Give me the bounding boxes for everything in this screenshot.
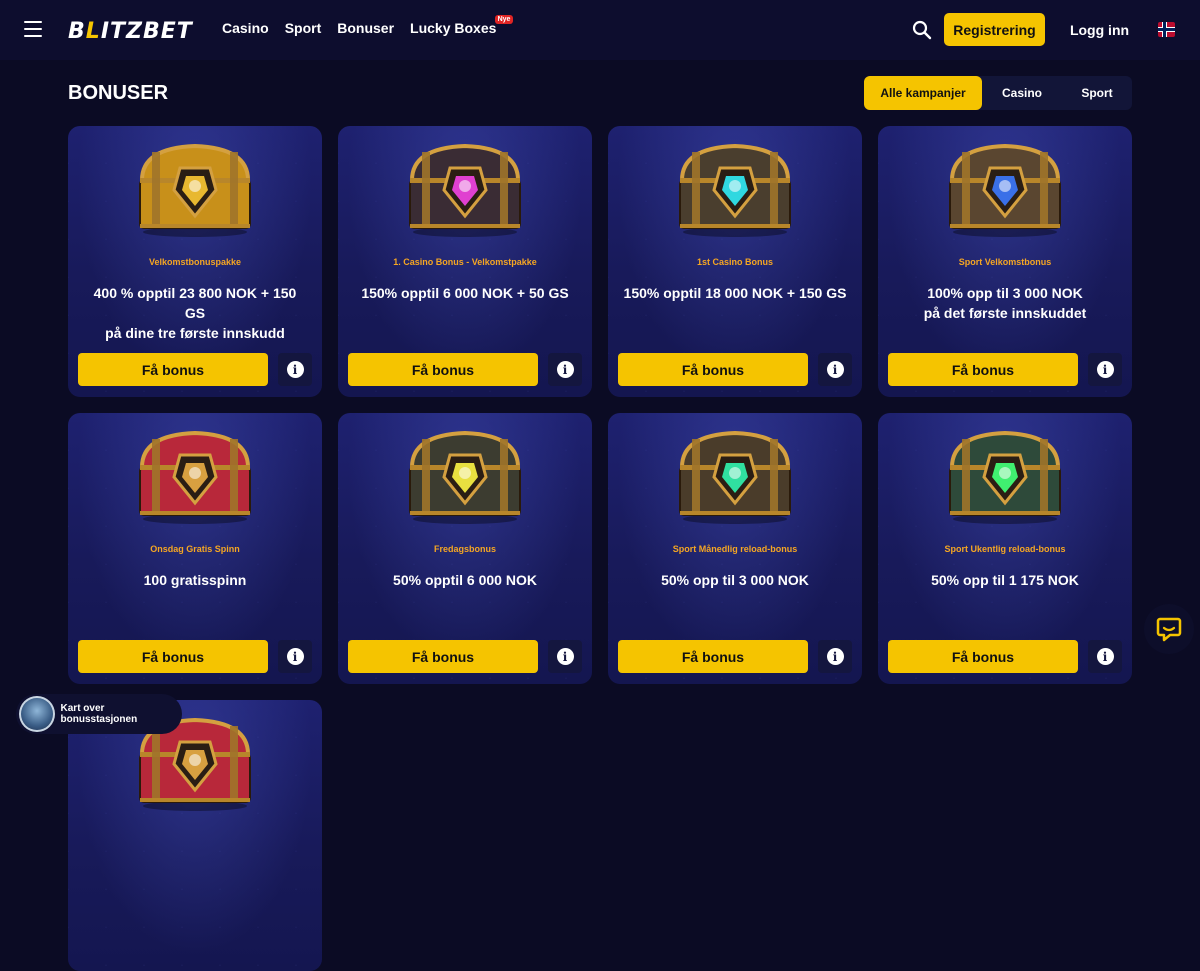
bonus-subtitle: Fredagsbonus <box>433 544 496 554</box>
info-button[interactable]: i <box>278 640 312 673</box>
bonus-title: 100 gratisspinn <box>82 570 308 590</box>
bonus-card: Sport Velkomstbonus 100% opp til 3 000 NO… <box>878 126 1132 397</box>
chat-button[interactable] <box>1144 604 1194 654</box>
bonus-title-line-1: 150% opptil 6 000 NOK + 50 GS <box>361 285 569 301</box>
info-icon: i <box>826 648 844 665</box>
info-button[interactable]: i <box>278 353 312 386</box>
bonus-title-line-2: på dine tre første innskudd <box>105 325 285 341</box>
top-header: BLITZBET Casino Sport Bonuser Lucky Boxe… <box>0 0 1200 60</box>
info-button[interactable]: i <box>818 640 852 673</box>
register-button[interactable]: Registrering <box>944 13 1045 46</box>
bonus-map-widget[interactable]: Kart over bonusstasjonen <box>16 694 182 734</box>
get-bonus-button[interactable]: Få bonus <box>618 353 808 386</box>
treasure-chest-icon <box>130 425 260 525</box>
nav-sport[interactable]: Sport <box>285 20 322 36</box>
bonus-subtitle: Sport Ukentlig reload-bonus <box>944 544 1066 554</box>
get-bonus-button[interactable]: Få bonus <box>348 353 538 386</box>
bonus-card: 1st Casino Bonus 150% opptil 18 000 NOK +… <box>608 126 862 397</box>
treasure-chest-icon <box>940 425 1070 525</box>
bonus-title-line-1: 50% opp til 1 175 NOK <box>931 572 1079 588</box>
get-bonus-button[interactable]: Få bonus <box>78 353 268 386</box>
bonus-card <box>68 700 322 971</box>
bonus-card: Onsdag Gratis Spinn 100 gratisspinn Få bon… <box>68 413 322 684</box>
bonus-map-label: Kart over bonusstasjonen <box>60 703 138 725</box>
blitzbet-logo[interactable]: BLITZBET <box>68 19 193 44</box>
bonus-station-avatar <box>19 696 55 732</box>
nav-bonuser[interactable]: Bonuser <box>337 20 394 36</box>
info-icon: i <box>1096 361 1114 378</box>
tab-casino[interactable]: Casino <box>982 76 1062 110</box>
bonus-card: Sport Månedlig reload-bonus 50% opp til 3… <box>608 413 862 684</box>
treasure-chest-icon <box>940 138 1070 238</box>
tab-all-campaigns[interactable]: Alle kampanjer <box>864 76 982 110</box>
info-button[interactable]: i <box>1088 640 1122 673</box>
bonus-subtitle: 1st Casino Bonus <box>696 257 773 267</box>
treasure-chest-icon <box>400 425 530 525</box>
norway-flag-icon[interactable] <box>1158 22 1175 37</box>
bonus-subtitle: Onsdag Gratis Spinn <box>150 544 240 554</box>
bonus-title-line-1: 100 gratisspinn <box>143 572 247 588</box>
bonus-card: Sport Ukentlig reload-bonus 50% opp til 1… <box>878 413 1132 684</box>
bonus-card: Fredagsbonus 50% opptil 6 000 NOK Få bonus… <box>338 413 592 684</box>
get-bonus-button[interactable]: Få bonus <box>888 640 1078 673</box>
treasure-chest-icon <box>670 138 800 238</box>
info-icon: i <box>1096 648 1114 665</box>
get-bonus-button[interactable]: Få bonus <box>78 640 268 673</box>
login-button[interactable]: Logg inn <box>1062 13 1137 46</box>
bonus-title: 50% opptil 6 000 NOK <box>352 570 578 590</box>
info-button[interactable]: i <box>548 640 582 673</box>
treasure-chest-icon <box>130 138 260 238</box>
nav-casino[interactable]: Casino <box>222 20 269 36</box>
info-button[interactable]: i <box>1088 353 1122 386</box>
page-title: BONUSER <box>68 82 169 104</box>
bonus-title-line-1: 150% opptil 18 000 NOK + 150 GS <box>623 285 847 301</box>
info-button[interactable]: i <box>818 353 852 386</box>
info-icon: i <box>826 361 844 378</box>
bonus-title: 50% opp til 3 000 NOK <box>622 570 848 590</box>
bonus-title: 100% opp til 3 000 NOK på det første inns… <box>892 283 1118 323</box>
bonus-card: Velkomstbonuspakke 400 % opptil 23 800 NO… <box>68 126 322 397</box>
search-icon[interactable] <box>912 20 932 40</box>
menu-icon[interactable] <box>24 21 42 37</box>
info-icon: i <box>556 648 574 665</box>
bonus-title: 50% opp til 1 175 NOK <box>892 570 1118 590</box>
info-button[interactable]: i <box>548 353 582 386</box>
bonus-subtitle: Velkomstbonuspakke <box>148 257 242 267</box>
bonus-title: 150% opptil 6 000 NOK + 50 GS <box>352 283 578 303</box>
nav-lucky-boxes-label: Lucky Boxes <box>410 20 497 36</box>
bonus-title-line-1: 50% opp til 3 000 NOK <box>661 572 809 588</box>
bonus-title: 400 % opptil 23 800 NOK + 150 GS på dine … <box>82 283 308 343</box>
bonus-subtitle: Sport Månedlig reload-bonus <box>672 544 798 554</box>
chat-icon <box>1156 617 1182 642</box>
get-bonus-button[interactable]: Få bonus <box>888 353 1078 386</box>
treasure-chest-icon <box>670 425 800 525</box>
bonus-filter-tabs: Alle kampanjer Casino Sport <box>864 76 1132 110</box>
bonus-title-line-2: på det første innskuddet <box>923 305 1087 321</box>
new-badge: Nye <box>494 15 514 24</box>
tab-sport[interactable]: Sport <box>1062 76 1132 110</box>
get-bonus-button[interactable]: Få bonus <box>618 640 808 673</box>
bonus-card: 1. Casino Bonus - Velkomstpakke 150% oppt… <box>338 126 592 397</box>
info-icon: i <box>556 361 574 378</box>
nav-lucky-boxes[interactable]: Lucky Boxes Nye <box>410 15 514 36</box>
bonus-subtitle: Sport Velkomstbonus <box>958 257 1052 267</box>
treasure-chest-icon <box>400 138 530 238</box>
bonus-title: 150% opptil 18 000 NOK + 150 GS <box>622 283 848 303</box>
bonus-title-line-1: 400 % opptil 23 800 NOK + 150 GS <box>93 285 297 321</box>
bonus-title-line-1: 100% opp til 3 000 NOK <box>927 285 1083 301</box>
bonus-subtitle: 1. Casino Bonus - Velkomstpakke <box>393 257 537 267</box>
info-icon: i <box>286 361 304 378</box>
info-icon: i <box>286 648 304 665</box>
get-bonus-button[interactable]: Få bonus <box>348 640 538 673</box>
bonus-title-line-1: 50% opptil 6 000 NOK <box>393 572 537 588</box>
main-nav: Casino Sport Bonuser Lucky Boxes Nye <box>222 15 514 36</box>
